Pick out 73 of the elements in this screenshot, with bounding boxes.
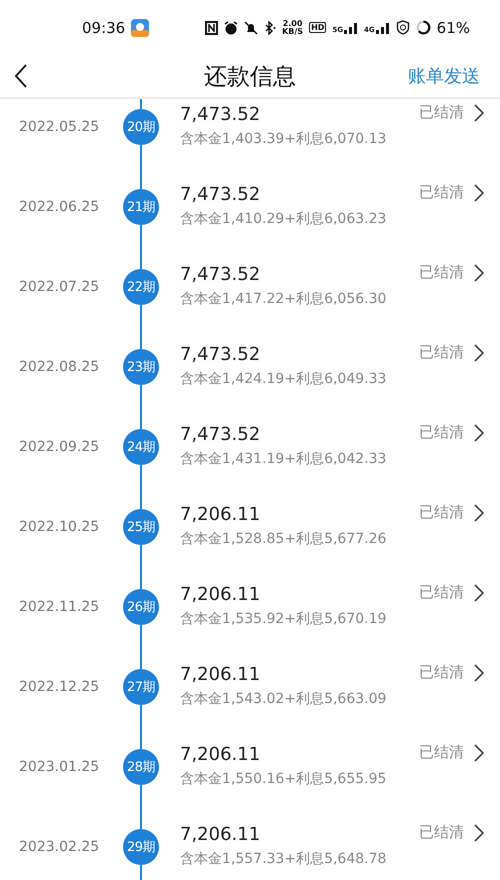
status-link[interactable]: 已结清 <box>419 823 484 842</box>
hd-badge: HD <box>309 22 326 33</box>
status-link[interactable]: 已结清 <box>419 423 484 442</box>
payment-amount: 7,473.52 <box>180 183 262 207</box>
period-badge: 20期 <box>123 109 159 145</box>
payment-breakdown: 含本金1,410.29+利息6,063.23 <box>180 210 388 228</box>
period-badge: 25期 <box>123 509 159 545</box>
chevron-icon <box>474 344 484 362</box>
payment-date: 2022.06.25 <box>18 199 100 215</box>
chevron-icon <box>474 264 484 282</box>
payment-breakdown: 含本金1,403.39+利息6,070.13 <box>180 130 388 148</box>
payment-breakdown: 含本金1,557.33+利息5,648.78 <box>180 850 388 868</box>
period-badge: 26期 <box>123 589 159 625</box>
period-badge: 22期 <box>123 269 159 305</box>
payment-amount: 7,206.11 <box>180 583 262 607</box>
payment-date: 2022.08.25 <box>18 359 100 375</box>
period-badge: 28期 <box>123 749 159 785</box>
payment-breakdown: 含本金1,543.02+利息5,663.09 <box>180 690 388 708</box>
chevron-icon <box>474 584 484 602</box>
period-badge: 24期 <box>123 429 159 465</box>
status-link[interactable]: 已结清 <box>419 183 484 202</box>
payment-amount: 7,473.52 <box>180 343 262 367</box>
chevron-icon <box>474 744 484 762</box>
payment-date: 2023.02.25 <box>18 839 100 855</box>
payment-breakdown: 含本金1,528.85+利息5,677.26 <box>180 530 388 548</box>
status-link[interactable]: 已结清 <box>419 263 484 282</box>
network-speed: 2.00 KB/S <box>282 20 304 36</box>
battery-icon <box>416 20 431 35</box>
status-link[interactable]: 已结清 <box>419 103 484 122</box>
payment-amount: 7,206.11 <box>180 663 262 687</box>
chevron-icon <box>474 424 484 442</box>
status-link[interactable]: 已结清 <box>419 663 484 682</box>
battery-percent: 61% <box>436 18 470 36</box>
period-badge: 21期 <box>123 189 159 225</box>
status-link[interactable]: 已结清 <box>419 503 484 522</box>
payment-breakdown: 含本金1,431.19+利息6,042.33 <box>180 450 388 468</box>
period-badge: 23期 <box>123 349 159 385</box>
payment-date: 2022.11.25 <box>18 599 100 615</box>
app-icon <box>131 18 150 36</box>
bell-muted-icon <box>244 20 258 34</box>
chevron-icon <box>474 664 484 682</box>
payment-breakdown: 含本金1,535.92+利息5,670.19 <box>180 610 388 628</box>
status-link[interactable]: 已结清 <box>419 743 484 762</box>
payment-date: 2022.10.25 <box>18 519 100 535</box>
payment-date: 2022.12.25 <box>18 679 100 695</box>
status-link[interactable]: 已结清 <box>419 343 484 362</box>
payment-amount: 7,206.11 <box>180 823 262 847</box>
shield-icon <box>396 20 410 35</box>
nfc-icon <box>205 20 218 34</box>
payment-amount: 7,206.11 <box>180 503 262 527</box>
payment-amount: 7,473.52 <box>180 263 262 287</box>
payment-date: 2022.07.25 <box>18 279 100 295</box>
payment-date: 2022.09.25 <box>18 439 100 455</box>
payment-breakdown: 含本金1,417.22+利息6,056.30 <box>180 290 388 308</box>
chevron-icon <box>474 104 484 122</box>
send-bill-link[interactable]: 账单发送 <box>408 64 480 88</box>
bluetooth-icon <box>264 20 276 34</box>
payment-amount: 7,473.52 <box>180 103 262 127</box>
alarm-icon <box>224 20 238 34</box>
chevron-icon <box>474 824 484 842</box>
payment-amount: 7,473.52 <box>180 423 262 447</box>
payment-date: 2023.01.25 <box>18 759 100 775</box>
chevron-icon <box>474 184 484 202</box>
payment-amount: 7,206.11 <box>180 743 262 767</box>
status-time: 09:36 <box>82 18 126 36</box>
payment-breakdown: 含本金1,550.16+利息5,655.95 <box>180 770 388 788</box>
status-link[interactable]: 已结清 <box>419 583 484 602</box>
period-badge: 27期 <box>123 669 159 705</box>
payment-breakdown: 含本金1,424.19+利息6,049.33 <box>180 370 388 388</box>
page-title: 还款信息 <box>204 64 296 90</box>
payment-date: 2022.05.25 <box>18 119 100 135</box>
period-badge: 29期 <box>123 829 159 865</box>
chevron-icon <box>474 504 484 522</box>
